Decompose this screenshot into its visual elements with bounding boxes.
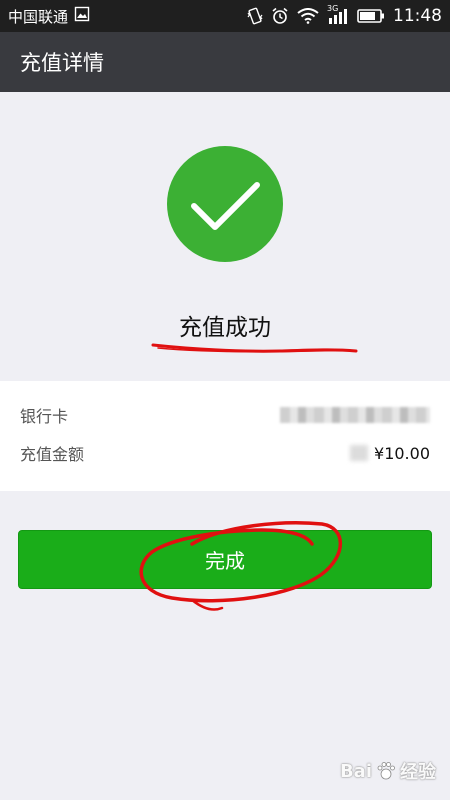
carrier-name: 中国联通 [8,7,69,26]
watermark-text: Bai [339,760,372,782]
status-right: 3G 11:48 [247,4,442,26]
red-underline-annotation [151,343,358,353]
amount-value: ¥10.00 [374,443,430,463]
amount-label: 充值金额 [20,445,85,464]
network-type: 3G [327,4,339,13]
done-button[interactable]: 完成 [18,530,432,589]
recharge-details-card: 银行卡 充值金额 ¥10.00 [0,381,450,491]
done-button-label: 完成 [205,549,245,573]
success-title: 充值成功 [179,315,271,341]
bank-card-label: 银行卡 [20,407,69,426]
page-title: 充值详情 [20,51,104,75]
status-left: 中国联通 [8,6,90,27]
bank-card-row: 银行卡 [0,399,450,431]
success-status-circle [167,146,283,262]
bank-card-value-redacted [280,407,430,423]
battery-icon [357,8,385,24]
clock-time: 11:48 [393,6,442,26]
status-bar: 中国联通 3G 11:48 [0,0,450,32]
paw-icon [377,762,395,780]
top-nav-bar: 充值详情 [0,32,450,92]
amount-row: 充值金额 ¥10.00 [0,437,450,469]
image-icon [74,6,90,26]
amount-redacted-blur [350,445,369,461]
checkmark-icon [191,182,260,230]
baidu-watermark: Bai 经验 [340,758,436,784]
vibrate-icon [247,7,263,25]
amount-wrap: ¥10.00 [350,444,430,463]
watermark-text-2: 经验 [400,762,436,783]
wifi-icon [297,8,319,24]
signal-icon: 3G [327,4,349,24]
alarm-icon [271,7,289,25]
